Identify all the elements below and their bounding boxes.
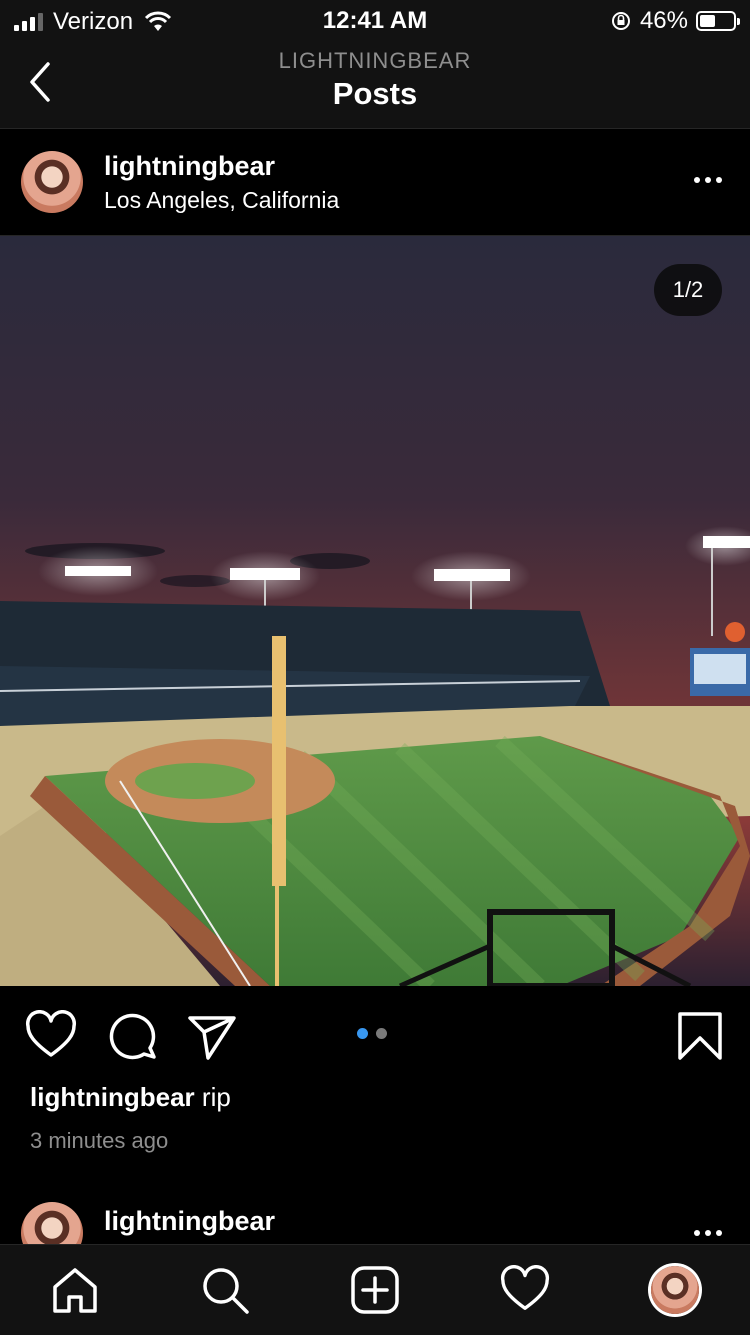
- tab-search[interactable]: [198, 1263, 252, 1317]
- search-icon: [203, 1268, 249, 1314]
- next-post-username[interactable]: lightningbear: [104, 1206, 275, 1237]
- tab-profile[interactable]: [648, 1263, 702, 1317]
- nav-header: LIGHTNINGBEAR Posts: [0, 40, 750, 129]
- bookmark-icon[interactable]: [674, 1010, 726, 1062]
- nav-subtitle: LIGHTNINGBEAR: [278, 48, 472, 73]
- comment-icon[interactable]: [106, 1010, 158, 1062]
- stadium-photo: [0, 236, 750, 986]
- carousel-indicator: [357, 1028, 387, 1039]
- avatar[interactable]: [21, 151, 83, 213]
- tab-new-post[interactable]: [348, 1263, 402, 1317]
- send-icon[interactable]: [186, 1010, 238, 1062]
- status-bar: Verizon 12:41 AM 46%: [0, 0, 750, 40]
- home-icon: [53, 1268, 97, 1313]
- battery-level: [700, 15, 715, 27]
- post-caption: lightningbear rip: [30, 1082, 231, 1113]
- more-icon[interactable]: [694, 177, 722, 183]
- caption-text: rip: [201, 1082, 231, 1112]
- post-timestamp: 3 minutes ago: [30, 1128, 169, 1153]
- heart-icon[interactable]: [25, 1010, 77, 1062]
- heart-icon: [500, 1265, 550, 1310]
- next-post-header: lightningbear: [0, 1190, 750, 1246]
- caption-username[interactable]: lightningbear: [30, 1082, 195, 1112]
- page-title: Posts: [332, 76, 418, 111]
- battery-icon: [696, 11, 740, 31]
- post-username[interactable]: lightningbear: [104, 151, 275, 182]
- battery-percent: 46%: [639, 7, 688, 34]
- post-location[interactable]: Los Angeles, California: [104, 187, 339, 214]
- image-counter: 1/2: [654, 264, 722, 316]
- tab-bar: [0, 1244, 750, 1335]
- carousel-dot: [376, 1028, 387, 1039]
- tab-activity[interactable]: [498, 1263, 552, 1317]
- carousel-dot: [357, 1028, 368, 1039]
- avatar[interactable]: [21, 1202, 83, 1246]
- more-icon[interactable]: [694, 1230, 722, 1236]
- add-post-icon: [351, 1266, 399, 1314]
- post-image[interactable]: 1/2: [0, 236, 750, 986]
- post-header: lightningbear Los Angeles, California: [0, 129, 750, 236]
- post-actions: [0, 986, 750, 1082]
- rotation-lock-icon: [611, 12, 630, 30]
- tab-home[interactable]: [48, 1263, 102, 1317]
- avatar: [651, 1266, 699, 1314]
